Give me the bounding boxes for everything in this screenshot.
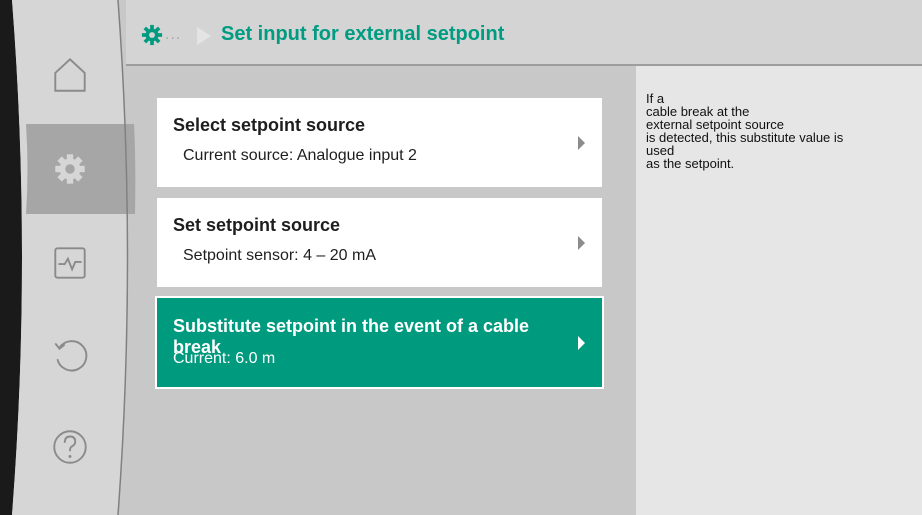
menu-item-subtitle: Setpoint sensor: 4 – 20 mA — [183, 247, 376, 264]
chevron-right-icon — [578, 236, 585, 250]
nav-diagnostics[interactable] — [20, 218, 120, 308]
menu-item-title: Select setpoint source — [173, 115, 366, 135]
menu-item-set-setpoint-source[interactable]: Set setpoint source Setpoint sensor: 4 –… — [157, 198, 602, 287]
screen: ... Set input for external setpoint Sele… — [0, 0, 922, 515]
menu-item-title: Set setpoint source — [173, 215, 341, 235]
menu-item-subtitle: Current source: Analogue input 2 — [183, 147, 417, 164]
breadcrumb-ellipsis[interactable]: ... — [165, 26, 181, 44]
help-icon — [53, 430, 87, 464]
nav-restore[interactable] — [20, 310, 120, 400]
menu-item-select-setpoint-source[interactable]: Select setpoint source Current source: A… — [157, 98, 602, 187]
help-text: If a cable break at the external setpoin… — [646, 91, 844, 171]
page-title: Set input for external setpoint — [221, 23, 505, 45]
breadcrumb-arrow-icon — [197, 27, 211, 45]
nav-settings[interactable] — [20, 124, 120, 214]
nav-help[interactable] — [20, 402, 120, 492]
restore-icon — [54, 340, 88, 372]
gear-icon — [55, 154, 85, 184]
gear-icon[interactable] — [141, 24, 163, 46]
chevron-right-icon — [578, 336, 585, 350]
chevron-right-icon — [578, 136, 585, 150]
menu-item-subtitle: Current: 6.0 m — [173, 350, 276, 367]
menu-item-substitute-setpoint[interactable]: Substitute setpoint in the event of a ca… — [155, 296, 604, 389]
nav-home[interactable] — [20, 30, 120, 120]
diagnostics-icon — [54, 247, 86, 279]
home-icon — [54, 57, 86, 92]
